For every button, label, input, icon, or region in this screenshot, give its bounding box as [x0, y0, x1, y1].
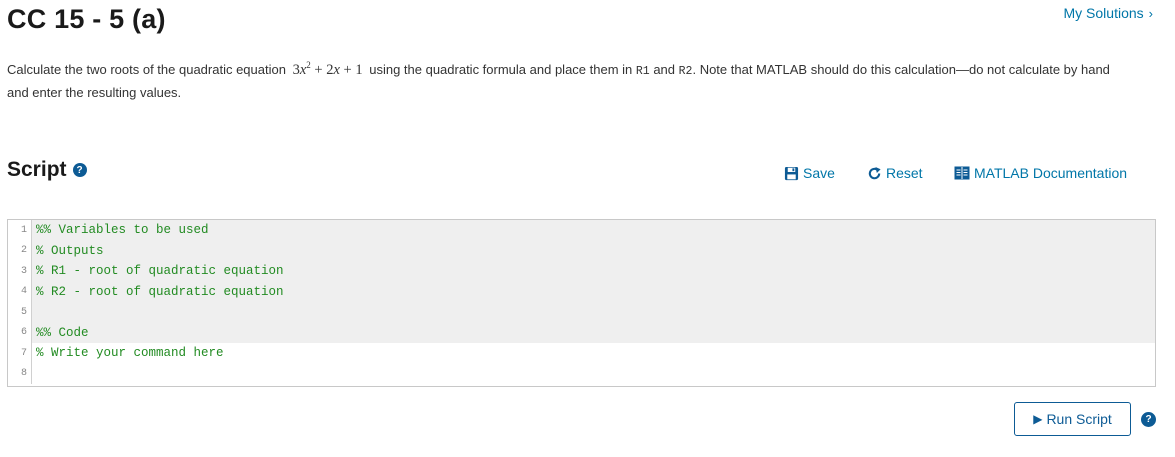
line-number: 6 — [8, 322, 32, 343]
quadratic-equation: 3x2 + 2x + 1 — [292, 60, 363, 79]
problem-statement: Calculate the two roots of the quadratic… — [7, 59, 1117, 103]
run-script-label: Run Script — [1046, 411, 1112, 427]
reset-button[interactable]: Reset — [867, 165, 923, 181]
book-icon — [954, 166, 970, 180]
reset-icon — [868, 166, 881, 179]
my-solutions-link[interactable]: My Solutions › — [1064, 5, 1154, 21]
line-number: 2 — [8, 240, 32, 261]
problem-text-middle: using the quadratic formula and place th… — [369, 62, 633, 77]
line-number: 7 — [8, 343, 32, 364]
chevron-right-icon: › — [1148, 6, 1153, 21]
var-r2: R2 — [678, 65, 693, 78]
page-title: CC 15 - 5 (a) — [7, 4, 166, 34]
code-text: % Outputs — [36, 243, 104, 258]
code-text: %% Code — [36, 325, 89, 340]
script-heading-label: Script — [7, 158, 67, 181]
save-label: Save — [803, 165, 835, 181]
script-heading: Script ? — [7, 158, 87, 182]
problem-text-before: Calculate the two roots of the quadratic… — [7, 62, 286, 77]
eq-exponent: 2 — [306, 60, 311, 70]
code-text: % Write your command here — [36, 346, 224, 361]
my-solutions-label: My Solutions — [1063, 5, 1144, 21]
eq-plus-1: + — [314, 62, 323, 78]
code-line[interactable]: 7 % Write your command here — [8, 343, 1155, 364]
line-number: 3 — [8, 261, 32, 282]
eq-var-x-b: x — [333, 62, 340, 78]
line-number: 8 — [8, 363, 32, 384]
matlab-documentation-link[interactable]: MATLAB Documentation — [954, 165, 1127, 181]
run-help-icon[interactable]: ? — [1141, 412, 1156, 427]
code-line[interactable]: 3 % R1 - root of quadratic equation — [8, 261, 1155, 282]
code-text: %% Variables to be used — [36, 223, 209, 238]
problem-and: and — [653, 62, 676, 77]
code-editor[interactable]: 1 %% Variables to be used 2 % Outputs 3 % R1 … — [7, 219, 1156, 387]
code-line[interactable]: 1 %% Variables to be used — [8, 220, 1155, 241]
var-r1: R1 — [635, 65, 650, 78]
code-line[interactable]: 2 % Outputs — [8, 240, 1155, 261]
line-number: 1 — [8, 220, 32, 241]
eq-coef-a: 3 — [292, 62, 300, 78]
code-line[interactable]: 8 — [8, 363, 1155, 384]
code-text: % R2 - root of quadratic equation — [36, 284, 284, 299]
play-icon: ▶ — [1033, 412, 1043, 426]
code-line[interactable]: 4 % R2 - root of quadratic equation — [8, 281, 1155, 302]
docs-label: MATLAB Documentation — [974, 165, 1128, 181]
line-number: 5 — [8, 302, 32, 323]
help-icon[interactable]: ? — [72, 163, 87, 177]
code-line[interactable]: 6 %% Code — [8, 322, 1155, 343]
run-script-button[interactable]: ▶ Run Script — [1014, 402, 1131, 436]
code-text: % R1 - root of quadratic equation — [36, 264, 284, 279]
eq-plus-2: + — [343, 62, 352, 78]
eq-const: 1 — [355, 62, 363, 78]
reset-label: Reset — [886, 165, 923, 181]
save-button[interactable]: Save — [784, 165, 835, 181]
code-line[interactable]: 5 — [8, 302, 1155, 323]
save-icon — [784, 166, 799, 180]
line-number: 4 — [8, 281, 32, 302]
